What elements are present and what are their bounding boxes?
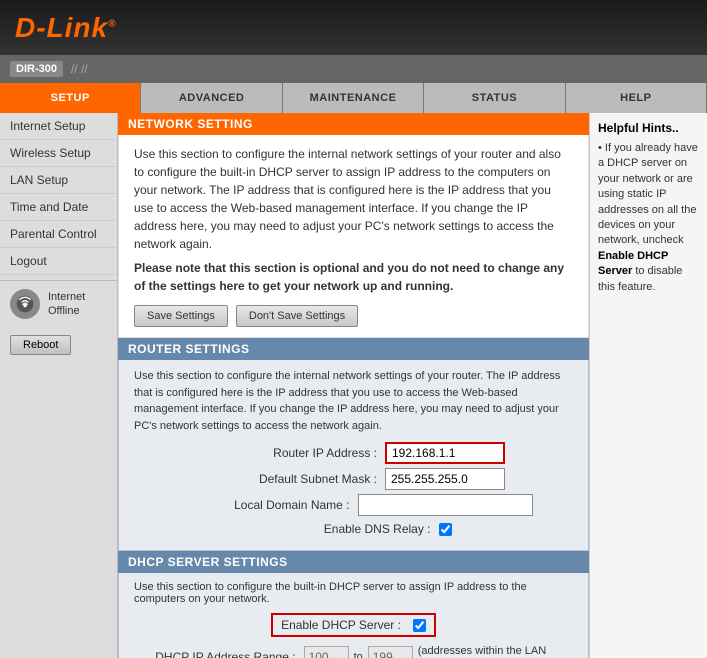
network-setting-body: Use this section to configure the intern… (118, 135, 589, 338)
tabbar: SETUP ADVANCED MAINTENANCE STATUS HELP (0, 83, 707, 113)
dhcp-range-from-input[interactable] (304, 646, 349, 658)
form-row-subnet-mask: Default Subnet Mask : (134, 468, 573, 490)
enable-dhcp-row: Enable DHCP Server : (134, 613, 573, 637)
dhcp-server-settings: DHCP SERVER SETTINGS Use this section to… (118, 551, 589, 658)
tab-advanced[interactable]: ADVANCED (141, 83, 282, 113)
sidebar-item-lan-setup[interactable]: LAN Setup (0, 167, 117, 194)
form-row-local-domain: Local Domain Name : (134, 494, 573, 516)
form-row-router-ip: Router IP Address : (134, 442, 573, 464)
network-description2: Please note that this section is optiona… (134, 259, 573, 295)
dont-save-settings-button[interactable]: Don't Save Settings (236, 305, 358, 327)
model-badge: DIR-300 (10, 61, 63, 77)
sidebar-item-parental-control[interactable]: Parental Control (0, 221, 117, 248)
status-label: Internet (48, 290, 85, 304)
enable-dhcp-label: Enable DHCP Server : (281, 618, 401, 632)
router-ip-label: Router IP Address : (202, 444, 377, 462)
content: NETWORK SETTING Use this section to conf… (118, 113, 589, 658)
help-title: Helpful Hints.. (598, 121, 699, 135)
nav-dividers: // // (71, 62, 88, 76)
status-icon (10, 289, 40, 319)
dhcp-description: Use this section to configure the built-… (134, 581, 573, 605)
dhcp-body: Use this section to configure the built-… (118, 573, 589, 658)
enable-dhcp-checkbox[interactable] (413, 619, 426, 632)
logo: D-Link® (15, 12, 116, 44)
sidebar-item-time-and-date[interactable]: Time and Date (0, 194, 117, 221)
save-settings-button[interactable]: Save Settings (134, 305, 228, 327)
reboot-button[interactable]: Reboot (10, 335, 71, 355)
dhcp-section-header: DHCP SERVER SETTINGS (118, 551, 589, 573)
router-description: Use this section to configure the intern… (134, 368, 573, 434)
range-to-text: to (354, 651, 363, 658)
router-form: Router IP Address : Default Subnet Mask … (134, 442, 573, 538)
local-domain-label: Local Domain Name : (175, 496, 350, 514)
enable-dhcp-box: Enable DHCP Server : (271, 613, 436, 637)
router-settings: ROUTER SETTINGS Use this section to conf… (118, 338, 589, 551)
dhcp-range-to-input[interactable] (368, 646, 413, 658)
navbar: DIR-300 // // (0, 55, 707, 83)
header: D-Link® (0, 0, 707, 55)
tab-maintenance[interactable]: MAINTENANCE (283, 83, 424, 113)
status-text: Internet Offline (48, 290, 85, 319)
dhcp-range-row: DHCP IP Address Range : to (addresses wi… (134, 645, 573, 658)
status-sublabel: Offline (48, 304, 85, 318)
help-panel: Helpful Hints.. • If you already have a … (589, 113, 707, 658)
network-setting-header: NETWORK SETTING (118, 113, 589, 135)
network-button-row: Save Settings Don't Save Settings (134, 305, 573, 327)
dns-relay-label: Enable DNS Relay : (256, 520, 431, 538)
router-ip-input[interactable] (385, 442, 505, 464)
logo-sup: ® (108, 18, 116, 29)
subnet-mask-input[interactable] (385, 468, 505, 490)
router-settings-header: ROUTER SETTINGS (118, 338, 589, 360)
sidebar: Internet Setup Wireless Setup LAN Setup … (0, 113, 118, 658)
dhcp-range-label: DHCP IP Address Range : (134, 650, 296, 658)
range-note: (addresses within the LAN subnet) (418, 645, 573, 658)
help-text: • If you already have a DHCP server on y… (598, 141, 699, 295)
main: Internet Setup Wireless Setup LAN Setup … (0, 113, 707, 658)
sidebar-item-wireless-setup[interactable]: Wireless Setup (0, 140, 117, 167)
logo-text: D-Link (15, 12, 108, 43)
sidebar-status: Internet Offline (0, 280, 117, 327)
reboot-section: Reboot (0, 327, 117, 363)
local-domain-input[interactable] (358, 494, 533, 516)
tab-status[interactable]: STATUS (424, 83, 565, 113)
tab-setup[interactable]: SETUP (0, 83, 141, 113)
router-settings-body: Use this section to configure the intern… (118, 360, 589, 551)
network-description1: Use this section to configure the intern… (134, 145, 573, 253)
subnet-mask-label: Default Subnet Mask : (202, 470, 377, 488)
sidebar-item-internet-setup[interactable]: Internet Setup (0, 113, 117, 140)
tab-help[interactable]: HELP (566, 83, 707, 113)
dns-relay-checkbox[interactable] (439, 523, 452, 536)
sidebar-item-logout[interactable]: Logout (0, 248, 117, 275)
form-row-dns-relay: Enable DNS Relay : (134, 520, 573, 538)
